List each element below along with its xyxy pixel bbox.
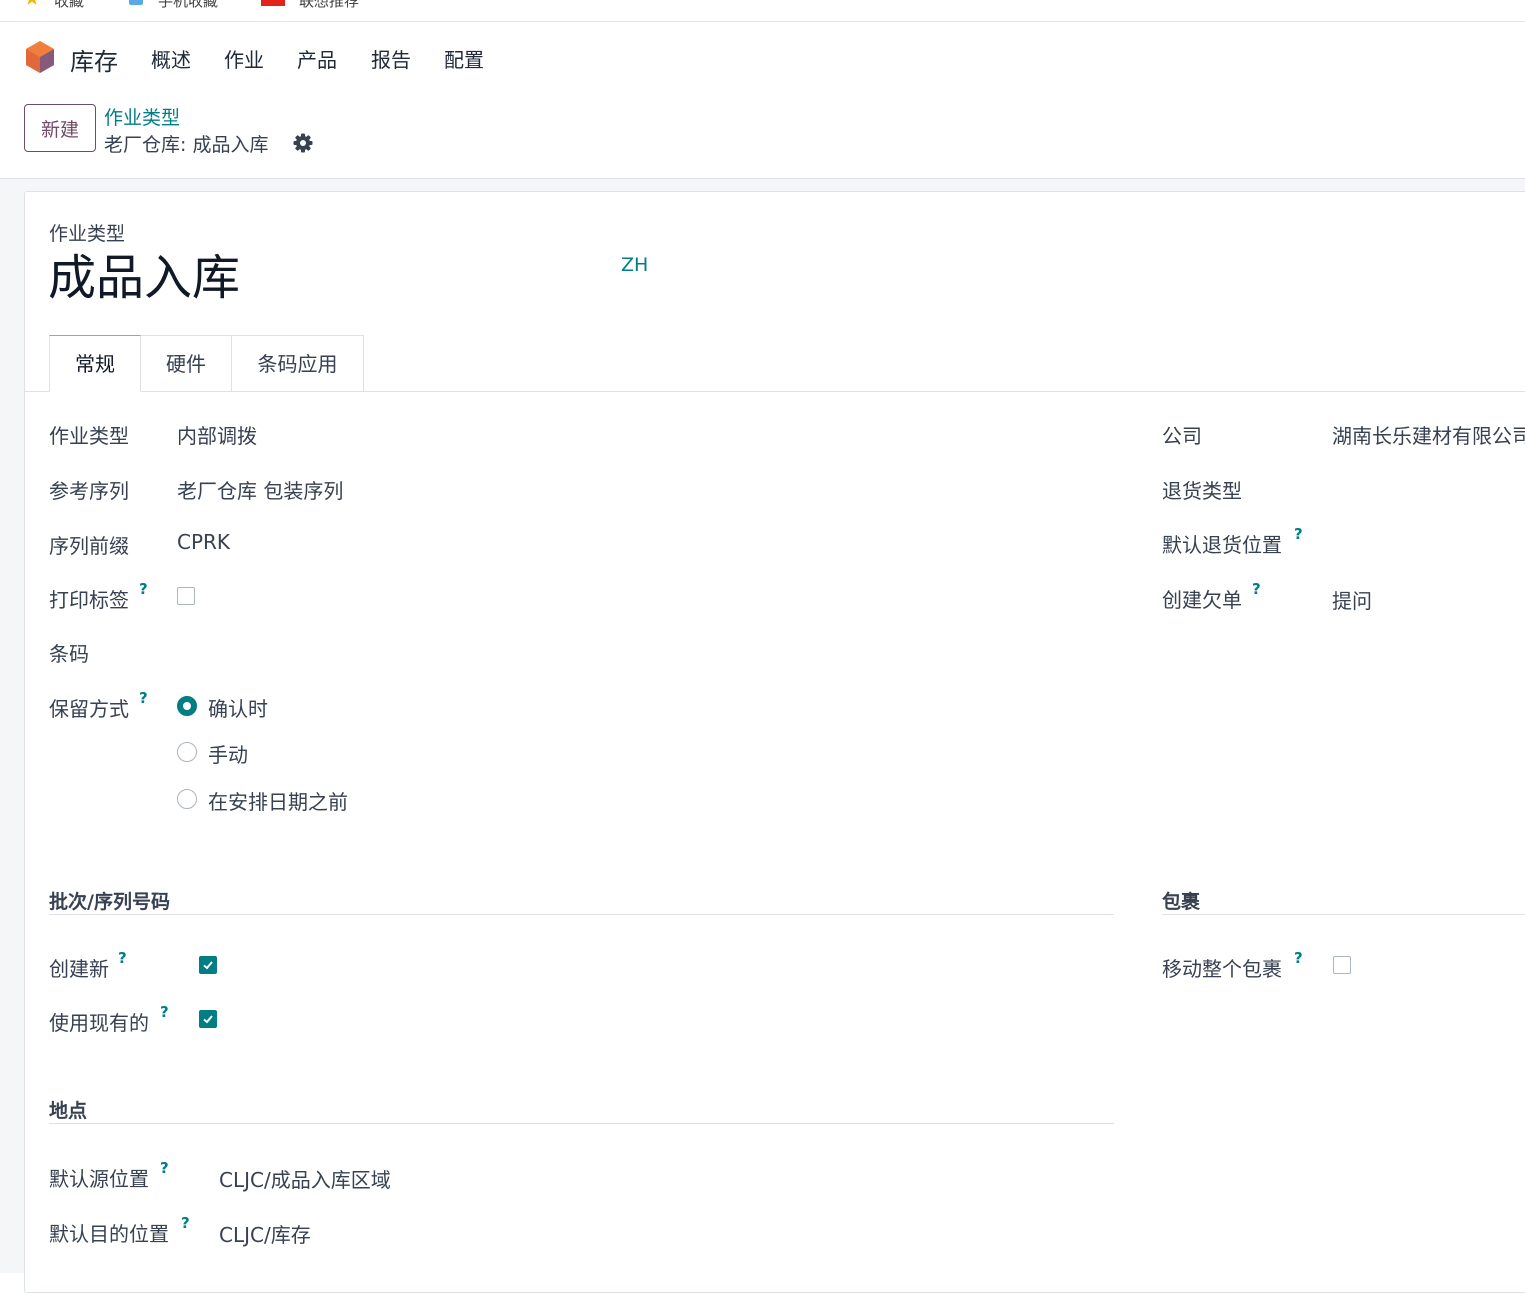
bookmark-mobile[interactable]: 手机收藏 [128, 0, 219, 10]
app-name[interactable]: 库存 [70, 42, 118, 77]
reservation-radio-manual[interactable] [177, 742, 197, 762]
menu-operations[interactable]: 作业 [224, 44, 264, 73]
language-button[interactable]: ZH [621, 254, 648, 276]
packages-section-title: 包裹 [1162, 891, 1201, 913]
backorder-value[interactable]: 提问 [1332, 585, 1372, 614]
lots-section-divider [49, 914, 1114, 915]
tab-general[interactable]: 常规 [49, 335, 141, 392]
use-existing-lots-checkbox[interactable] [199, 1010, 217, 1028]
breadcrumb-parent[interactable]: 作业类型 [104, 103, 180, 130]
move-entire-package-label: 移动整个包裹 [1162, 957, 1282, 981]
help-tooltip-source-location[interactable]: ? [160, 1159, 169, 1177]
help-tooltip-return-location[interactable]: ? [1294, 525, 1303, 543]
new-button[interactable]: 新建 [24, 104, 96, 152]
tab-barcode[interactable]: 条码应用 [231, 335, 364, 392]
bookmarks-bar: 收藏 手机收藏 联想推荐 [0, 0, 1525, 22]
prefix-label: 序列前缀 [49, 534, 129, 558]
create-new-lots-label: 创建新 [49, 957, 109, 981]
help-tooltip-reservation[interactable]: ? [139, 689, 148, 707]
use-existing-lots-label: 使用现有的 [49, 1011, 149, 1035]
default-destination-location-value[interactable]: CLJC/库存 [219, 1219, 311, 1248]
return-type-label: 退货类型 [1162, 479, 1242, 503]
default-source-location-label: 默认源位置 [49, 1167, 149, 1191]
sequence-label: 参考序列 [49, 479, 129, 503]
default-return-location-label: 默认退货位置 [1162, 533, 1282, 557]
menu-reporting[interactable]: 报告 [371, 44, 411, 73]
help-tooltip-move-package[interactable]: ? [1294, 949, 1303, 967]
record-title[interactable]: 成品入库 [48, 252, 240, 305]
default-source-location-value[interactable]: CLJC/成品入库区域 [219, 1164, 391, 1193]
reservation-radio-before-scheduled[interactable] [177, 789, 197, 809]
star-icon [24, 0, 40, 6]
print-label-label: 打印标签 [49, 588, 129, 612]
print-label-checkbox[interactable] [177, 587, 195, 605]
help-tooltip-destination-location[interactable]: ? [181, 1214, 190, 1232]
inventory-app-icon[interactable] [24, 40, 56, 74]
bookmark-label: 手机收藏 [158, 0, 219, 10]
reservation-option-label[interactable]: 确认时 [208, 693, 268, 722]
mobile-icon [128, 0, 144, 6]
gear-icon[interactable] [293, 133, 313, 153]
check-icon [203, 961, 213, 970]
bookmark-label: 联想推荐 [299, 0, 360, 10]
help-tooltip-create-new[interactable]: ? [118, 949, 127, 967]
menu-products[interactable]: 产品 [297, 44, 337, 73]
locations-section-divider [49, 1123, 1114, 1124]
check-icon [203, 1015, 213, 1024]
default-destination-location-label: 默认目的位置 [49, 1222, 169, 1246]
sequence-value[interactable]: 老厂仓库 包装序列 [177, 475, 343, 504]
menu-configuration[interactable]: 配置 [444, 44, 484, 73]
lots-section-title: 批次/序列号码 [49, 891, 170, 913]
bookmark-label: 收藏 [54, 0, 85, 10]
reservation-option-label[interactable]: 手动 [208, 739, 248, 768]
help-tooltip-backorder[interactable]: ? [1252, 580, 1261, 598]
help-tooltip-print-label[interactable]: ? [139, 580, 148, 598]
tab-hardware[interactable]: 硬件 [140, 335, 232, 392]
operation-type-value[interactable]: 内部调拨 [177, 420, 257, 449]
help-tooltip-use-existing[interactable]: ? [160, 1003, 169, 1021]
record-type-label: 作业类型 [49, 223, 126, 245]
operation-type-label: 作业类型 [49, 424, 129, 448]
prefix-value[interactable]: CPRK [177, 530, 230, 554]
reservation-label: 保留方式 [49, 697, 129, 721]
locations-section-title: 地点 [49, 1100, 88, 1122]
packages-section-divider [1162, 914, 1525, 915]
bookmark-favorites[interactable]: 收藏 [24, 0, 85, 10]
company-label: 公司 [1162, 424, 1202, 448]
move-entire-package-checkbox[interactable] [1333, 956, 1351, 974]
menu-overview[interactable]: 概述 [151, 44, 191, 73]
barcode-label: 条码 [49, 642, 89, 666]
bookmark-lenovo[interactable]: 联想推荐 [261, 0, 360, 10]
company-value[interactable]: 湖南长乐建材有限公司 [1332, 420, 1525, 449]
reservation-option-label[interactable]: 在安排日期之前 [208, 786, 348, 815]
lenovo-icon [261, 0, 285, 6]
breadcrumb-current: 老厂仓库: 成品入库 [104, 134, 269, 156]
reservation-radio-at-confirmation[interactable] [177, 696, 197, 716]
top-navbar: 库存 概述 作业 产品 报告 配置 [0, 22, 1525, 92]
backorder-label: 创建欠单 [1162, 588, 1242, 612]
create-new-lots-checkbox[interactable] [199, 956, 217, 974]
